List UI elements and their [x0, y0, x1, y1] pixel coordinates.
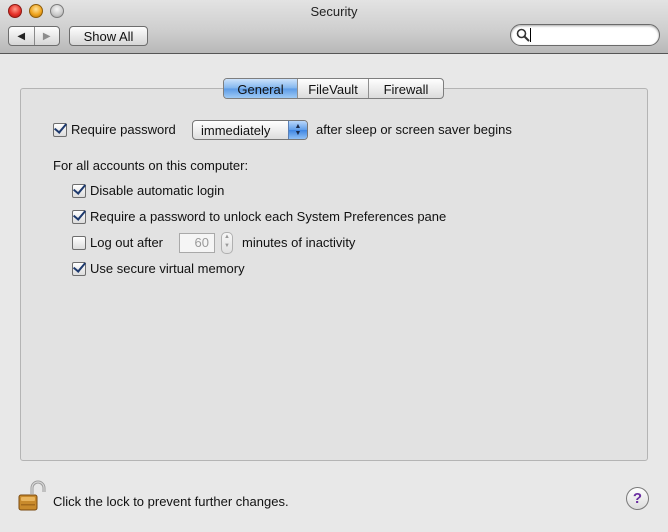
require-password-suffix: after sleep or screen saver begins: [316, 122, 512, 137]
require-pref-password-checkbox[interactable]: [72, 209, 86, 224]
secure-vm-checkbox[interactable]: [72, 261, 86, 276]
require-password-suffix-row: after sleep or screen saver begins: [316, 122, 512, 137]
tab-firewall[interactable]: Firewall: [368, 79, 443, 98]
back-arrow-icon: ◀: [17, 30, 26, 42]
forward-arrow-icon: ▶: [42, 30, 51, 42]
lock-message: Click the lock to prevent further change…: [53, 494, 289, 509]
tab-filevault[interactable]: FileVault: [297, 79, 368, 98]
tab-bar: General FileVault Firewall: [223, 78, 444, 99]
require-pref-password-row: Require a password to unlock each System…: [72, 209, 446, 224]
accounts-heading-row: For all accounts on this computer:: [53, 158, 248, 173]
back-button[interactable]: ◀: [9, 27, 35, 45]
accounts-heading: For all accounts on this computer:: [53, 158, 249, 173]
password-delay-popup[interactable]: immediately ▲ ▼: [192, 120, 308, 140]
forward-button[interactable]: ▶: [35, 27, 60, 45]
text-caret: [530, 28, 531, 42]
disable-auto-login-label: Disable automatic login: [90, 183, 225, 198]
security-preferences-window: Security ◀ ▶ Show All General FileVault …: [0, 0, 668, 532]
logout-minutes-stepper[interactable]: ▲ ▼: [221, 232, 233, 254]
search-icon: [516, 28, 530, 42]
title-toolbar: Security ◀ ▶ Show All: [0, 0, 668, 54]
require-pref-password-label: Require a password to unlock each System…: [90, 209, 447, 224]
window-title: Security: [310, 4, 358, 19]
log-out-checkbox[interactable]: [72, 235, 86, 250]
require-password-label: Require password: [71, 122, 176, 137]
tab-general[interactable]: General: [224, 79, 297, 98]
secure-vm-row: Use secure virtual memory: [72, 261, 245, 276]
require-password-checkbox[interactable]: [53, 122, 67, 137]
unlocked-lock-icon[interactable]: [18, 480, 46, 512]
log-out-label: Log out after: [90, 235, 163, 250]
logout-minutes-field[interactable]: 60: [179, 233, 215, 253]
secure-vm-label: Use secure virtual memory: [90, 261, 245, 276]
disable-auto-login-row: Disable automatic login: [72, 183, 224, 198]
log-out-suffix: minutes of inactivity: [242, 235, 356, 250]
popup-arrows-icon: ▲ ▼: [288, 121, 307, 139]
help-button[interactable]: ?: [626, 487, 649, 510]
search-field[interactable]: [510, 24, 660, 46]
log-out-row: Log out after: [72, 235, 163, 250]
show-all-button[interactable]: Show All: [69, 26, 148, 46]
disable-auto-login-checkbox[interactable]: [72, 183, 86, 198]
require-password-row: Require password: [53, 122, 176, 137]
log-out-suffix-row: minutes of inactivity: [242, 235, 355, 250]
back-forward-control: ◀ ▶: [8, 26, 60, 46]
password-delay-value: immediately: [201, 123, 271, 138]
